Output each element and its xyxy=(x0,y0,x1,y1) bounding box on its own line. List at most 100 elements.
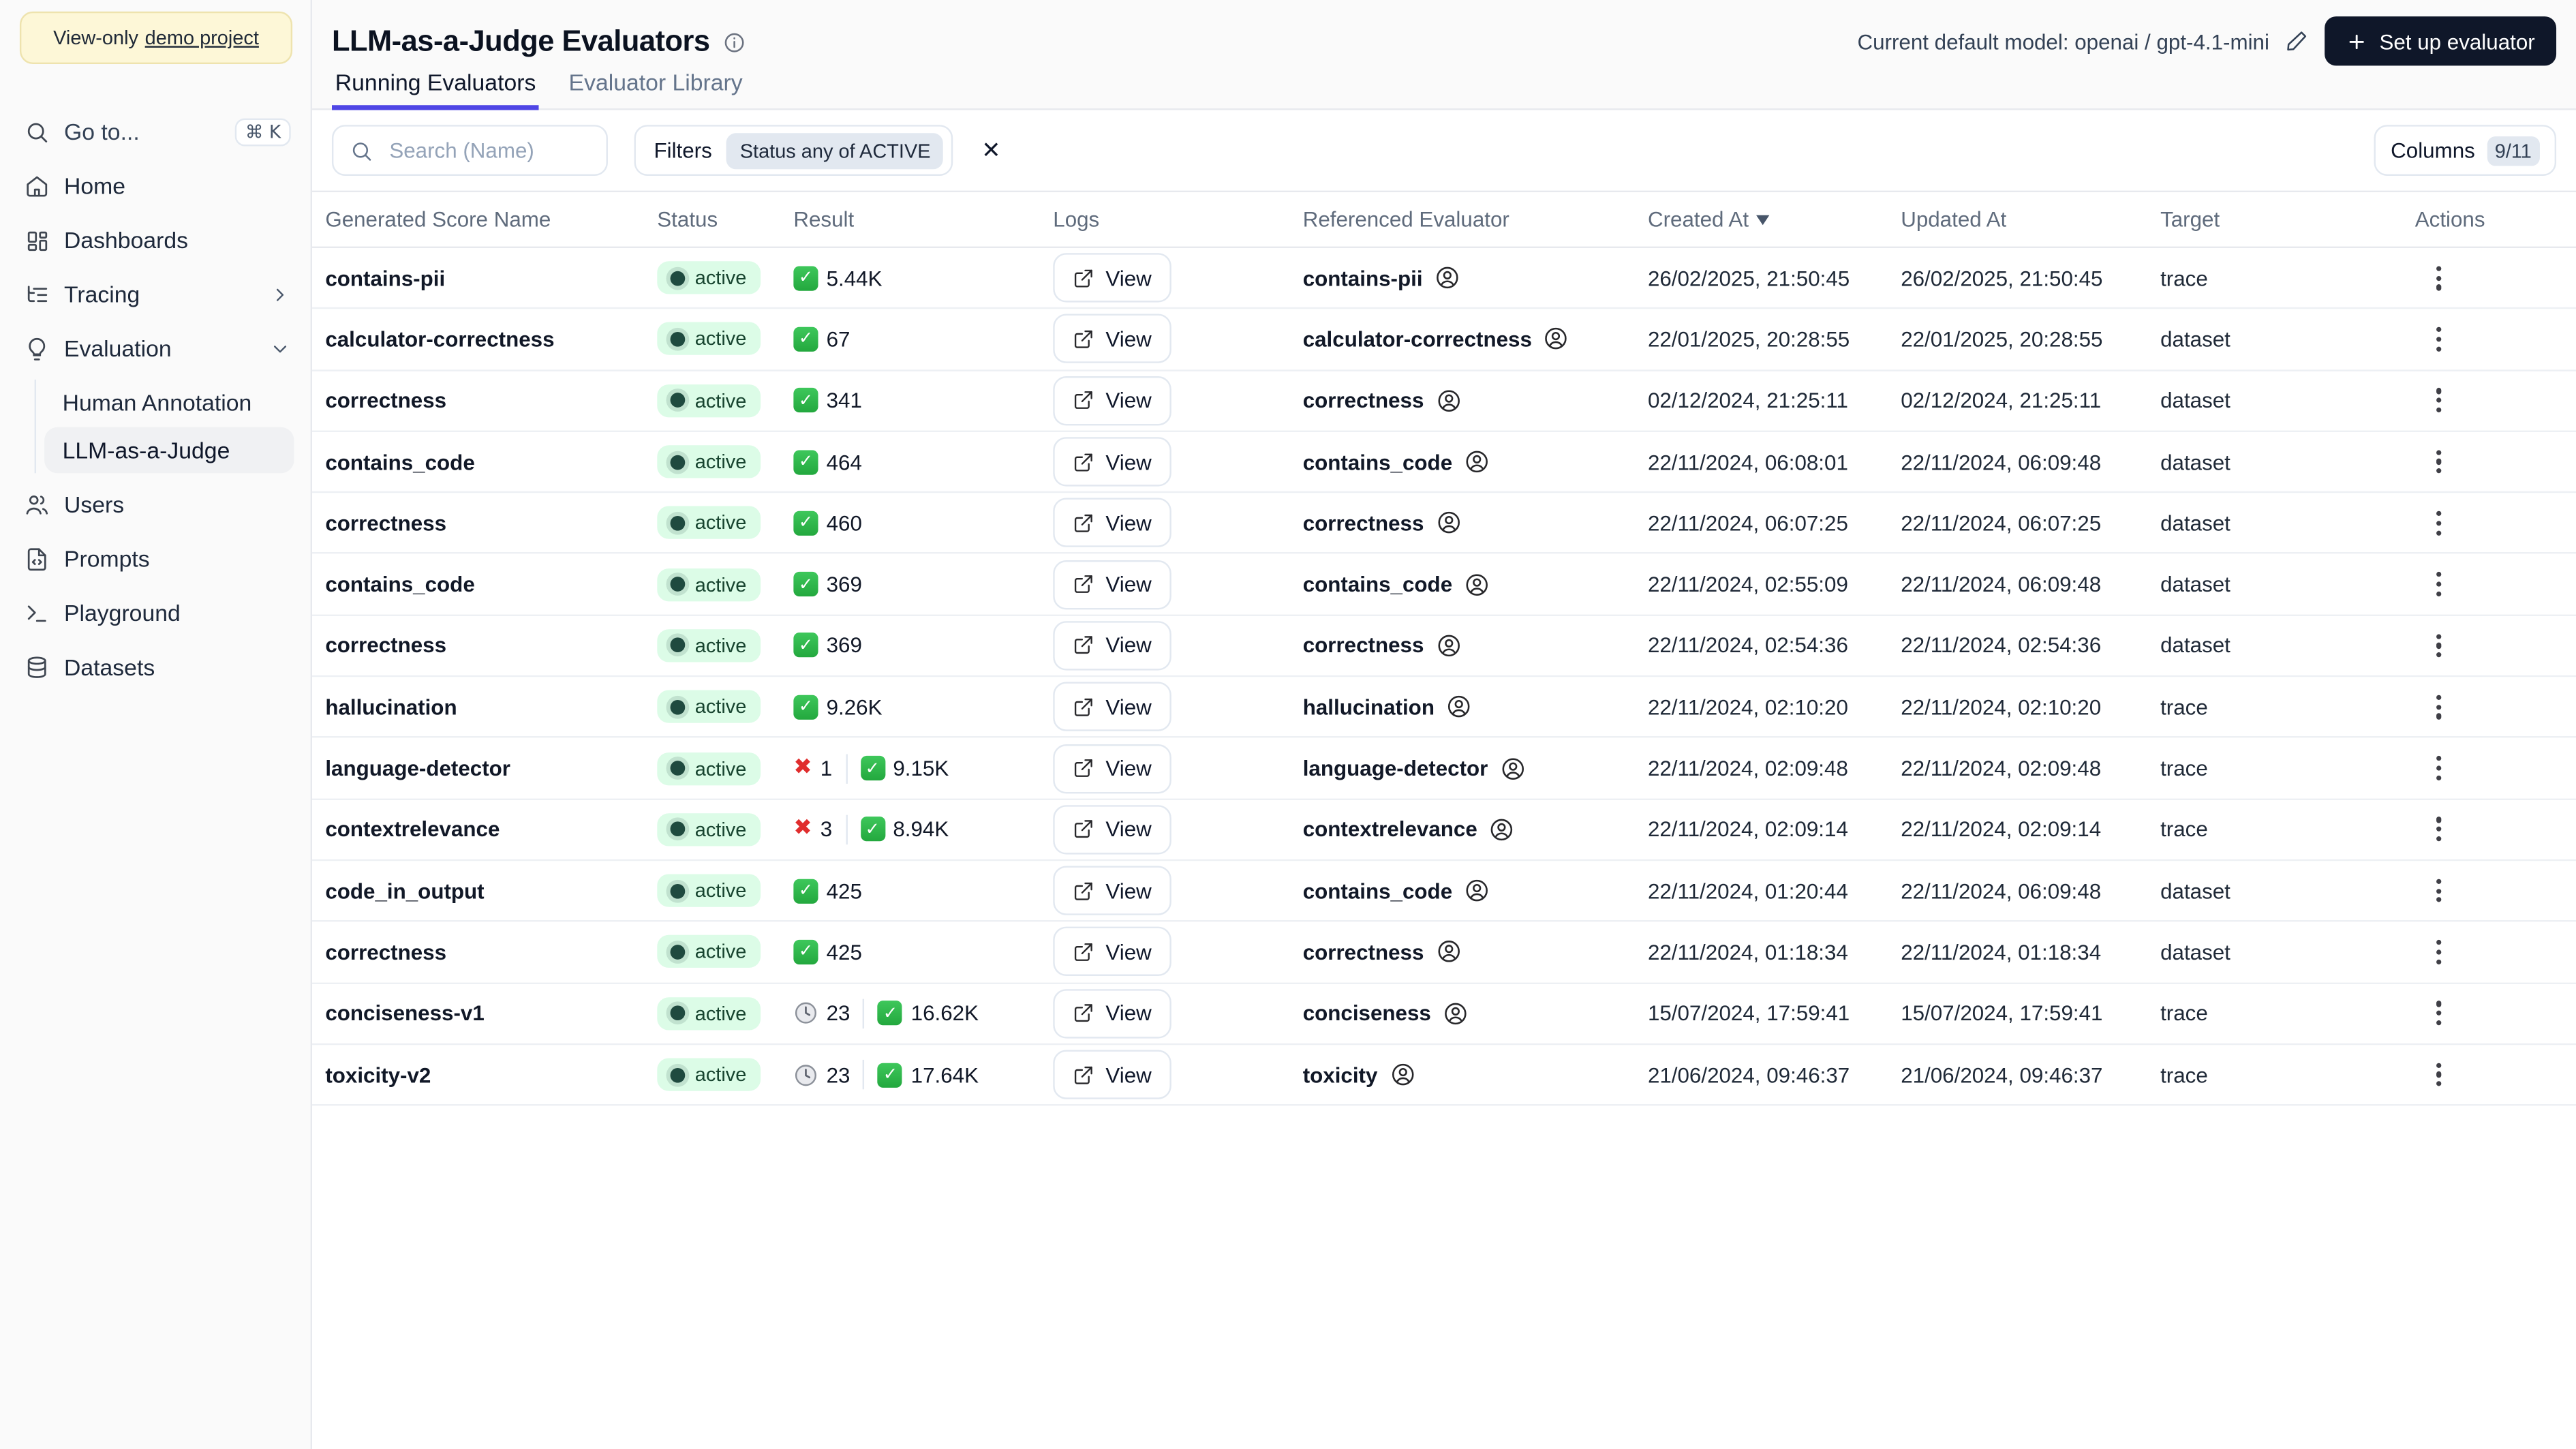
referenced-evaluator-cell[interactable]: correctness xyxy=(1303,387,1648,414)
referenced-evaluator-cell[interactable]: language-detector xyxy=(1303,755,1648,782)
view-logs-button[interactable]: View xyxy=(1053,743,1171,793)
table-row[interactable]: contains-pii active ✓ 5.44K View contain… xyxy=(312,248,2576,309)
kebab-dot xyxy=(2436,1001,2442,1007)
view-logs-button[interactable]: View xyxy=(1053,1050,1171,1099)
col-generated-score-name[interactable]: Generated Score Name xyxy=(325,207,657,232)
row-actions-menu-button[interactable] xyxy=(2427,256,2452,300)
logs-cell: View xyxy=(1053,804,1302,855)
col-target[interactable]: Target xyxy=(2160,207,2415,232)
table-row[interactable]: conciseness-v1 active 23 ✓ 16.62K View c… xyxy=(312,983,2576,1045)
referenced-evaluator-cell[interactable]: correctness xyxy=(1303,939,1648,965)
row-actions-menu-button[interactable] xyxy=(2427,869,2452,913)
sidebar-item-human-annotation[interactable]: Human Annotation xyxy=(44,380,294,425)
table-row[interactable]: contextrelevance active ✖ 3 ✓ 8.94K View… xyxy=(312,799,2576,861)
status-label: active xyxy=(694,388,747,412)
generated-score-name: hallucination xyxy=(325,695,457,720)
col-logs[interactable]: Logs xyxy=(1053,207,1302,232)
columns-button[interactable]: Columns 9/11 xyxy=(2374,125,2557,176)
row-actions-menu-button[interactable] xyxy=(2427,317,2452,361)
updated-at-cell: 22/11/2024, 06:07:25 xyxy=(1901,510,2102,536)
view-logs-button[interactable]: View xyxy=(1053,866,1171,916)
database-icon xyxy=(27,656,46,677)
search-box[interactable] xyxy=(331,125,608,176)
table-row[interactable]: calculator-correctness active ✓ 67 View xyxy=(312,309,2576,371)
row-actions-menu-button[interactable] xyxy=(2427,808,2452,851)
referenced-evaluator-cell[interactable]: hallucination xyxy=(1303,694,1648,720)
row-actions-menu-button[interactable] xyxy=(2427,746,2452,790)
tab-evaluator-library[interactable]: Evaluator Library xyxy=(566,69,746,110)
referenced-evaluator-cell[interactable]: contains_code xyxy=(1303,878,1648,904)
kebab-dot xyxy=(2436,1020,2442,1026)
table-row[interactable]: correctness active ✓ 369 View correctnes… xyxy=(312,615,2576,677)
row-actions-menu-button[interactable] xyxy=(2427,624,2452,667)
referenced-evaluator-name: contextrelevance xyxy=(1302,817,1477,842)
table-row[interactable]: correctness active ✓ 425 View correctnes… xyxy=(312,922,2576,983)
sidebar-item-users[interactable]: Users xyxy=(0,478,311,531)
set-up-evaluator-button[interactable]: Set up evaluator xyxy=(2325,16,2557,66)
search-input[interactable] xyxy=(386,136,590,165)
kebab-dot xyxy=(2436,275,2442,281)
table-row[interactable]: correctness active ✓ 341 View correctnes… xyxy=(312,371,2576,432)
referenced-evaluator-cell[interactable]: conciseness xyxy=(1303,1000,1648,1026)
col-result[interactable]: Result xyxy=(793,207,1053,232)
table-row[interactable]: code_in_output active ✓ 425 View contain… xyxy=(312,861,2576,923)
referenced-evaluator-cell[interactable]: correctness xyxy=(1303,632,1648,659)
row-actions-menu-button[interactable] xyxy=(2427,1052,2452,1096)
referenced-evaluator-cell[interactable]: toxicity xyxy=(1303,1061,1648,1088)
view-logs-button[interactable]: View xyxy=(1053,560,1171,609)
view-logs-button[interactable]: View xyxy=(1053,804,1171,855)
row-actions-menu-button[interactable] xyxy=(2427,440,2452,483)
actions-cell xyxy=(2415,317,2576,361)
table-row[interactable]: correctness active ✓ 460 View correctnes… xyxy=(312,493,2576,555)
referenced-evaluator-cell[interactable]: contains_code xyxy=(1303,571,1648,598)
logs-cell: View xyxy=(1053,866,1302,916)
referenced-evaluator-cell[interactable]: contains_code xyxy=(1303,448,1648,475)
view-logs-button[interactable]: View xyxy=(1053,437,1171,487)
row-actions-menu-button[interactable] xyxy=(2427,562,2452,606)
updated-at-cell: 22/11/2024, 06:09:48 xyxy=(1901,878,2102,903)
sidebar-item-dashboards[interactable]: Dashboards xyxy=(0,213,311,266)
edit-pencil-icon[interactable] xyxy=(2286,29,2309,52)
table-row[interactable]: hallucination active ✓ 9.26K View halluc… xyxy=(312,677,2576,739)
view-logs-button[interactable]: View xyxy=(1053,376,1171,425)
view-logs-button[interactable]: View xyxy=(1053,927,1171,977)
sidebar-item-datasets[interactable]: Datasets xyxy=(0,641,311,693)
col-updated-at[interactable]: Updated At xyxy=(1901,207,2160,232)
sidebar-item-llm-as-a-judge[interactable]: LLM-as-a-Judge xyxy=(44,427,294,474)
col-referenced-evaluator[interactable]: Referenced Evaluator xyxy=(1303,207,1648,232)
referenced-evaluator-cell[interactable]: contains-pii xyxy=(1303,264,1648,291)
sidebar-item-goto[interactable]: Go to... ⌘ K xyxy=(0,105,311,157)
col-created-at[interactable]: Created At xyxy=(1648,207,1901,232)
row-actions-menu-button[interactable] xyxy=(2427,930,2452,974)
view-logs-button[interactable]: View xyxy=(1053,682,1171,732)
table-row[interactable]: toxicity-v2 active 23 ✓ 17.64K View toxi… xyxy=(312,1045,2576,1106)
row-actions-menu-button[interactable] xyxy=(2427,685,2452,729)
referenced-evaluator-cell[interactable]: correctness xyxy=(1303,510,1648,536)
view-logs-button[interactable]: View xyxy=(1053,988,1171,1038)
demo-project-link[interactable]: demo project xyxy=(145,27,259,50)
view-logs-button[interactable]: View xyxy=(1053,498,1171,548)
sidebar-item-home[interactable]: Home xyxy=(0,159,311,212)
col-status[interactable]: Status xyxy=(657,207,793,232)
filters-button[interactable]: Filters Status any of ACTIVE xyxy=(634,125,954,176)
row-actions-menu-button[interactable] xyxy=(2427,501,2452,545)
kebab-dot xyxy=(2436,1081,2442,1087)
tab-running-evaluators[interactable]: Running Evaluators xyxy=(332,69,539,110)
clear-filters-button[interactable]: ✕ xyxy=(975,131,1008,170)
view-logs-button[interactable]: View xyxy=(1053,621,1171,671)
table-row[interactable]: contains_code active ✓ 369 View contains… xyxy=(312,555,2576,616)
sidebar-item-prompts[interactable]: Prompts xyxy=(0,532,311,585)
referenced-evaluator-cell[interactable]: contextrelevance xyxy=(1303,817,1648,843)
row-actions-menu-button[interactable] xyxy=(2427,378,2452,422)
table-row[interactable]: language-detector active ✖ 1 ✓ 9.15K Vie… xyxy=(312,738,2576,800)
sidebar-item-tracing[interactable]: Tracing xyxy=(0,268,311,320)
table-row[interactable]: contains_code active ✓ 464 View contains… xyxy=(312,432,2576,493)
result-cell: 23 ✓ 16.62K xyxy=(793,998,1053,1028)
view-logs-button[interactable]: View xyxy=(1053,253,1171,303)
referenced-evaluator-cell[interactable]: calculator-correctness xyxy=(1303,326,1648,352)
sidebar-item-evaluation[interactable]: Evaluation xyxy=(0,322,311,374)
row-actions-menu-button[interactable] xyxy=(2427,991,2452,1035)
view-logs-button[interactable]: View xyxy=(1053,314,1171,364)
kebab-dot xyxy=(2436,756,2442,761)
sidebar-item-playground[interactable]: Playground xyxy=(0,587,311,639)
